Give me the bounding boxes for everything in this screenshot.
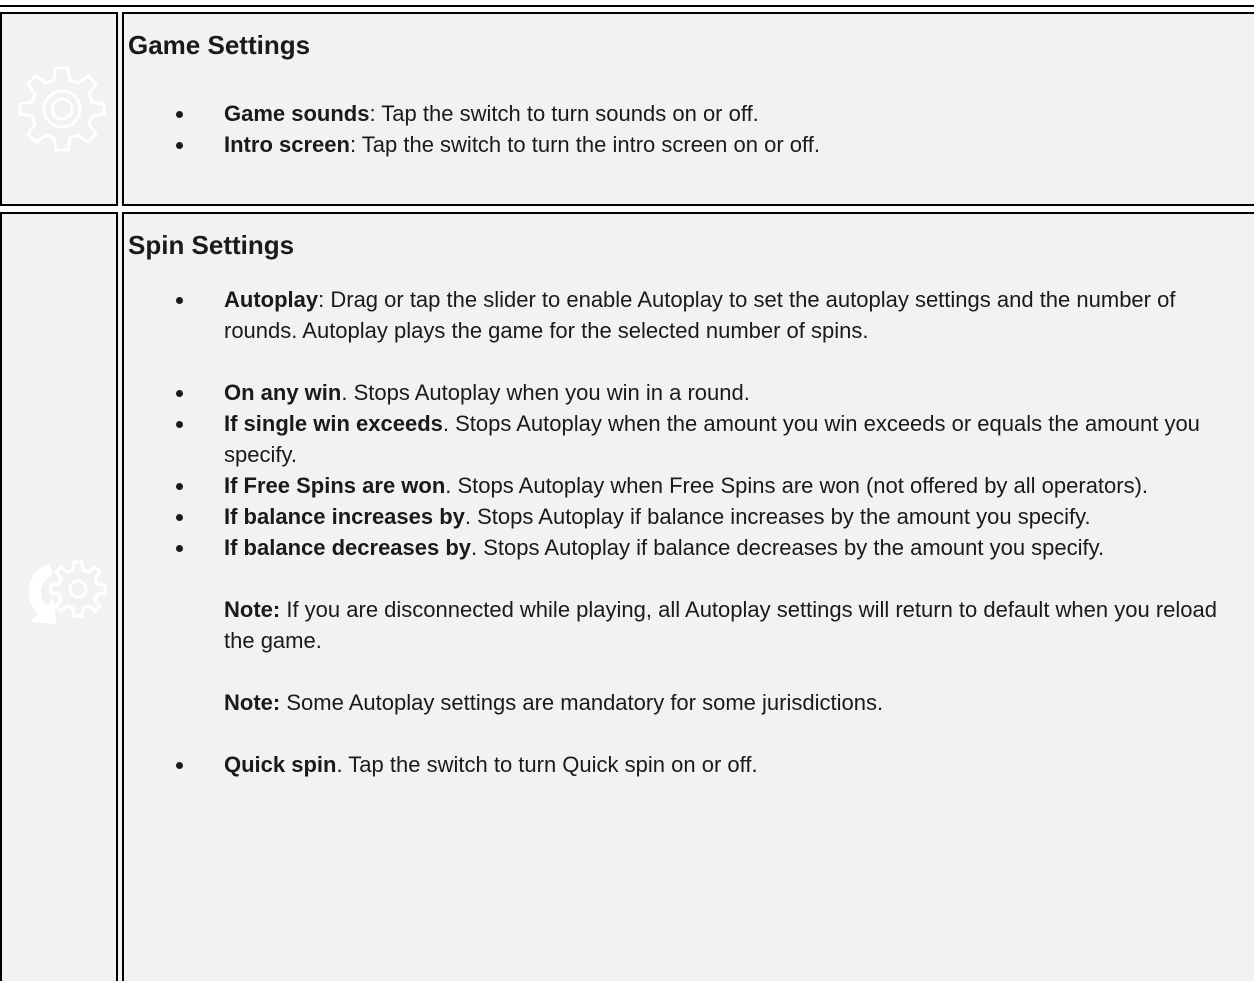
list-item-autoplay: Autoplay: Drag or tap the slider to enab…: [124, 284, 1254, 346]
game-settings-row: Game Settings Game sounds: Tap the switc…: [0, 12, 1254, 206]
list-item: Game sounds: Tap the switch to turn soun…: [124, 98, 828, 129]
list-item: Intro screen: Tap the switch to turn the…: [124, 129, 828, 160]
game-settings-text-cell: Game Settings Game sounds: Tap the switc…: [122, 12, 1254, 206]
list-item: On any win. Stops Autoplay when you win …: [124, 377, 1254, 408]
spin-settings-row: Spin Settings Autoplay: Drag or tap the …: [0, 212, 1254, 981]
list-item: If balance increases by. Stops Autoplay …: [124, 501, 1254, 532]
spin-settings-icon-cell: [0, 212, 118, 981]
game-settings-list: Game sounds: Tap the switch to turn soun…: [124, 98, 828, 160]
note-jurisdictions: Note: Some Autoplay settings are mandato…: [224, 690, 884, 715]
section-title-game-settings: Game Settings: [128, 30, 311, 60]
list-item: If single win exceeds. Stops Autoplay wh…: [124, 408, 1254, 470]
spin-settings-list: Autoplay: Drag or tap the slider to enab…: [124, 284, 1254, 780]
note-disconnect: Note: If you are disconnected while play…: [224, 597, 1217, 653]
autoplay-gear-icon: [28, 560, 107, 624]
spin-settings-text-cell: Spin Settings Autoplay: Drag or tap the …: [122, 212, 1254, 981]
list-item: If balance decreases by. Stops Autoplay …: [124, 532, 1254, 563]
gear-icon: [18, 66, 106, 152]
top-rule: [0, 0, 1254, 7]
section-title-spin-settings: Spin Settings: [128, 230, 295, 260]
list-item-quick-spin: Quick spin. Tap the switch to turn Quick…: [124, 749, 1254, 780]
list-item: If Free Spins are won. Stops Autoplay wh…: [124, 470, 1254, 501]
game-settings-icon-cell: [0, 12, 118, 206]
